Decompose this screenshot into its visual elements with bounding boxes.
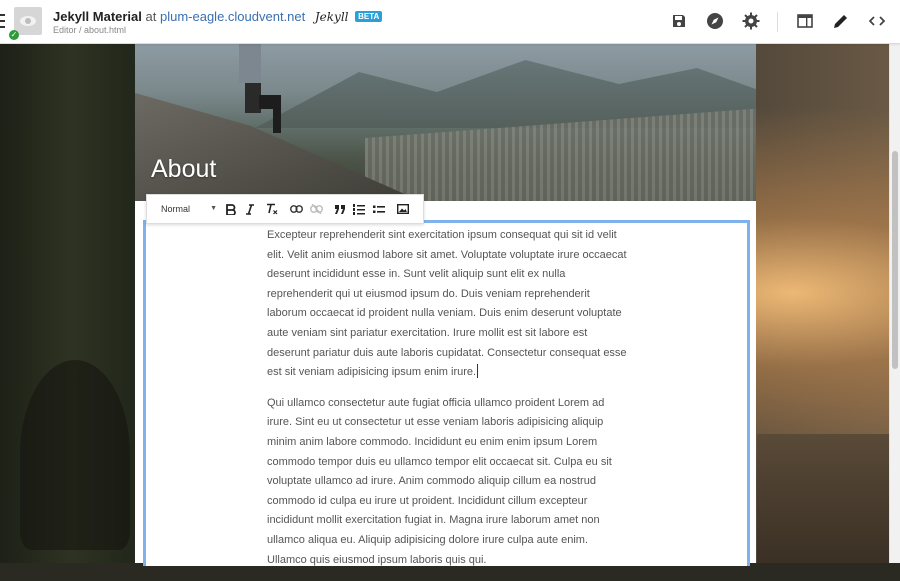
settings-icon[interactable] — [741, 11, 761, 31]
eye-icon — [20, 16, 36, 26]
layout-icon[interactable] — [795, 11, 815, 31]
hero-image: About — [135, 43, 756, 201]
paragraph[interactable]: Qui ullamco consectetur aute fugiat offi… — [267, 394, 629, 570]
numbered-list-button[interactable] — [351, 201, 367, 217]
background-silhouette — [20, 360, 130, 550]
scrollbar-thumb[interactable] — [892, 151, 898, 369]
site-domain-link[interactable]: plum-eagle.cloudvent.net — [160, 9, 305, 24]
hero-person — [239, 43, 281, 133]
site-thumbnail[interactable] — [14, 7, 42, 35]
jekyll-logo: Jekyll — [314, 10, 349, 24]
blockquote-button[interactable] — [332, 201, 348, 217]
edit-icon[interactable] — [831, 11, 851, 31]
app-header: ✓ Jekyll Material at plum-eagle.cloudven… — [0, 0, 900, 44]
compass-icon[interactable] — [705, 11, 725, 31]
beta-badge: BETA — [355, 11, 383, 22]
link-button[interactable] — [288, 201, 304, 217]
unlink-button[interactable] — [308, 201, 324, 217]
scrollbar[interactable] — [889, 43, 900, 563]
site-title[interactable]: Jekyll Material — [53, 9, 142, 24]
text-caret — [477, 364, 479, 379]
breadcrumb: Editor / about.html — [53, 25, 127, 35]
format-select-value: Normal — [161, 204, 191, 214]
editor-toolbar: Normal ▼ — [146, 194, 424, 224]
site-title-line: Jekyll Material at plum-eagle.cloudvent.… — [53, 9, 383, 24]
page-title[interactable]: About — [151, 155, 216, 184]
image-button[interactable] — [395, 201, 411, 217]
site-at-label: at — [145, 9, 157, 24]
toolbar-divider — [777, 12, 778, 32]
caret-down-icon: ▼ — [210, 205, 217, 212]
menu-icon[interactable] — [0, 14, 5, 28]
content-body[interactable]: Excepteur reprehenderit sint exercitatio… — [267, 226, 629, 581]
italic-button[interactable] — [242, 201, 258, 217]
clear-formatting-button[interactable] — [264, 201, 280, 217]
editable-region[interactable]: Excepteur reprehenderit sint exercitatio… — [143, 220, 750, 566]
bold-button[interactable] — [223, 201, 239, 217]
background-ledge — [757, 434, 890, 563]
paragraph[interactable]: Excepteur reprehenderit sint exercitatio… — [267, 226, 629, 383]
bulleted-list-button[interactable] — [371, 201, 387, 217]
code-icon[interactable] — [867, 11, 887, 31]
paragraph-text: Excepteur reprehenderit sint exercitatio… — [267, 229, 627, 379]
format-select[interactable]: Normal ▼ — [155, 201, 219, 217]
save-icon[interactable] — [669, 11, 689, 31]
status-check-icon: ✓ — [9, 30, 19, 40]
paragraph-text: Qui ullamco consectetur aute fugiat offi… — [267, 396, 612, 566]
